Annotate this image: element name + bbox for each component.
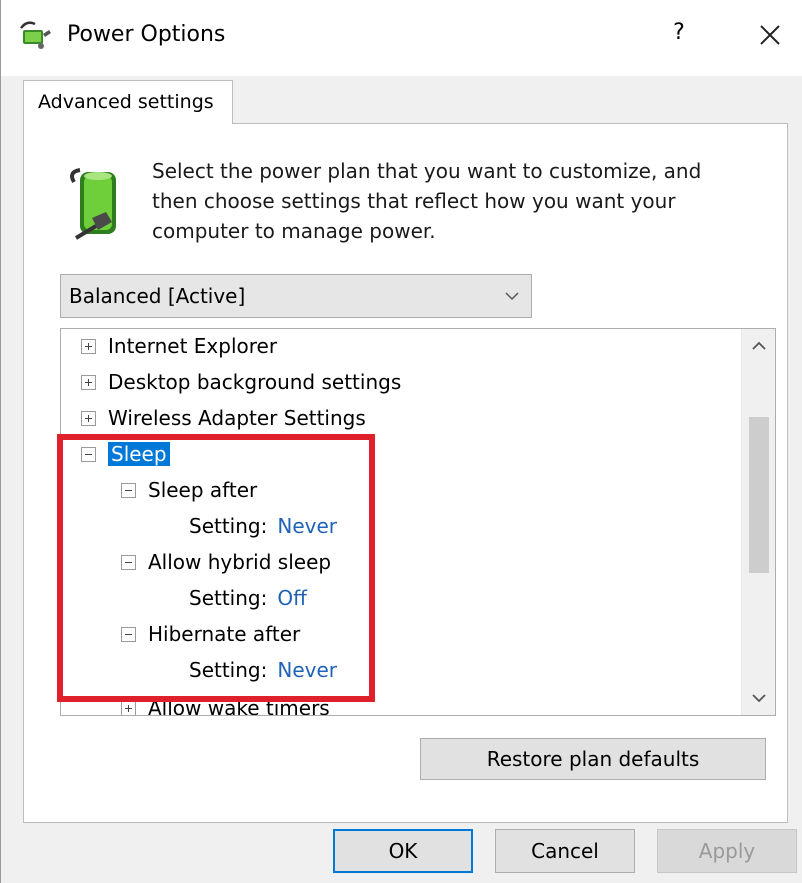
intro-text: Select the power plan that you want to c… — [152, 159, 702, 243]
settings-tree[interactable]: Internet Explorer Desktop background set… — [60, 328, 776, 716]
setting-label: Setting: — [189, 514, 268, 538]
tab-advanced-settings[interactable]: Advanced settings — [23, 80, 233, 124]
tree-item-hibernate-setting[interactable]: Setting: Never — [189, 653, 337, 687]
tree-item-label: Sleep after — [148, 478, 258, 502]
power-options-dialog: Power Options ? Advanced settings Select… — [0, 0, 802, 883]
advanced-settings-panel: Select the power plan that you want to c… — [23, 123, 788, 823]
collapse-icon[interactable] — [121, 482, 136, 498]
close-icon[interactable] — [753, 14, 787, 54]
tree-scrollbar[interactable] — [741, 329, 775, 715]
collapse-icon[interactable] — [121, 554, 136, 570]
power-plan-selected: Balanced [Active] — [69, 284, 246, 308]
setting-value-link[interactable]: Never — [277, 658, 337, 682]
tree-item-label: Hibernate after — [148, 622, 301, 646]
restore-plan-defaults-button[interactable]: Restore plan defaults — [420, 738, 766, 780]
tree-item-label: Sleep — [108, 442, 170, 466]
scroll-up-icon[interactable] — [742, 329, 776, 363]
tree-item-label: Allow hybrid sleep — [148, 550, 332, 574]
expand-icon[interactable] — [81, 374, 96, 390]
tree-item-allow-wake-timers[interactable]: Allow wake timers — [121, 691, 330, 716]
tree-item-internet-explorer[interactable]: Internet Explorer — [81, 329, 277, 363]
tree-item-sleep-after-setting[interactable]: Setting: Never — [189, 509, 337, 543]
expand-icon[interactable] — [81, 338, 96, 354]
expand-icon[interactable] — [81, 410, 96, 426]
chevron-down-icon — [505, 292, 519, 301]
tree-item-label: Desktop background settings — [108, 370, 402, 394]
collapse-icon[interactable] — [81, 446, 96, 462]
collapse-icon[interactable] — [121, 626, 136, 642]
tree-item-label: Wireless Adapter Settings — [108, 406, 366, 430]
scroll-down-icon[interactable] — [742, 681, 776, 715]
setting-label: Setting: — [189, 586, 268, 610]
expand-icon[interactable] — [121, 700, 136, 715]
tree-item-label: Allow wake timers — [148, 696, 330, 716]
tree-item-hybrid-sleep-setting[interactable]: Setting: Off — [189, 581, 307, 615]
tree-item-desktop-background[interactable]: Desktop background settings — [81, 365, 401, 399]
setting-label: Setting: — [189, 658, 268, 682]
tree-item-wireless-adapter[interactable]: Wireless Adapter Settings — [81, 401, 366, 435]
title-bar: Power Options ? — [1, 0, 802, 76]
power-plan-dropdown[interactable]: Balanced [Active] — [60, 274, 532, 318]
tree-item-hibernate-after[interactable]: Hibernate after — [121, 617, 300, 651]
apply-button[interactable]: Apply — [657, 829, 797, 873]
setting-value-link[interactable]: Never — [277, 514, 337, 538]
battery-plug-icon — [70, 168, 116, 240]
tree-item-label: Internet Explorer — [108, 334, 278, 358]
cancel-button[interactable]: Cancel — [495, 829, 635, 873]
tree-item-sleep-after[interactable]: Sleep after — [121, 473, 257, 507]
tree-item-sleep[interactable]: Sleep — [81, 437, 170, 471]
window-title: Power Options — [67, 22, 226, 47]
scroll-thumb[interactable] — [749, 417, 769, 573]
ok-button[interactable]: OK — [333, 829, 473, 873]
help-button[interactable]: ? — [665, 20, 693, 45]
tree-item-allow-hybrid-sleep[interactable]: Allow hybrid sleep — [121, 545, 331, 579]
power-options-icon — [20, 21, 51, 49]
setting-value-link[interactable]: Off — [277, 586, 307, 610]
